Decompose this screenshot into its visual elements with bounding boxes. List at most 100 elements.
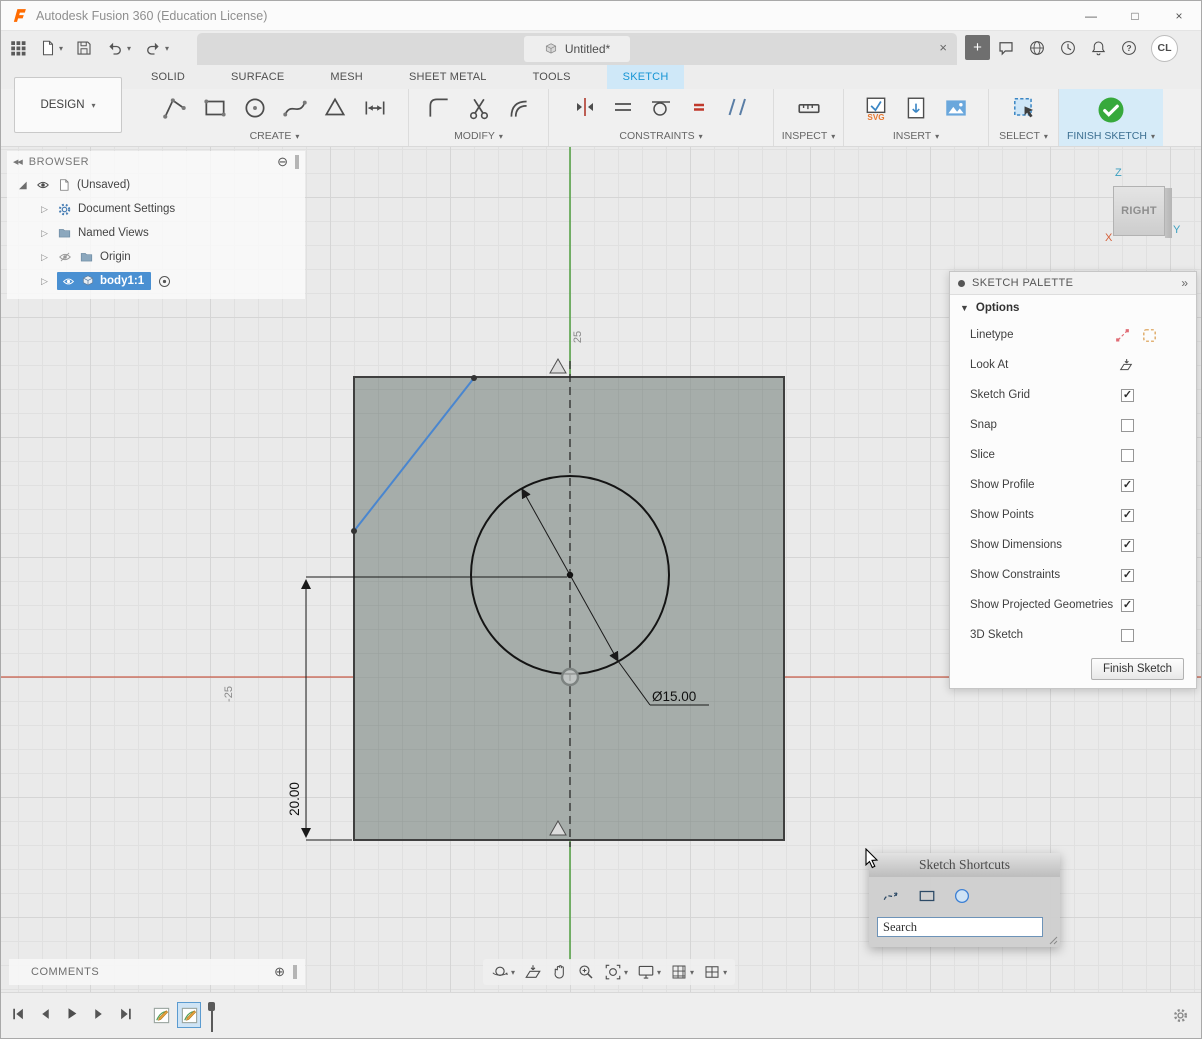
display-settings-button[interactable]: ▾ xyxy=(637,963,661,981)
visibility-eye-icon[interactable] xyxy=(61,275,76,288)
save-button[interactable] xyxy=(75,39,93,57)
spline-tool-icon[interactable] xyxy=(282,95,308,121)
rectangle-tool-icon[interactable] xyxy=(202,95,228,121)
chevron-right-icon[interactable]: ▷ xyxy=(41,276,51,287)
centerline-icon[interactable] xyxy=(1141,327,1158,344)
sketch-grid-checkbox[interactable] xyxy=(1121,389,1134,402)
tab-solid[interactable]: SOLID xyxy=(151,71,185,83)
chevron-right-icon[interactable]: ▷ xyxy=(41,204,51,215)
insert-image-icon[interactable] xyxy=(943,95,969,121)
circle-tool-icon[interactable] xyxy=(242,95,268,121)
timeline-settings-gear-icon[interactable] xyxy=(1172,1007,1189,1024)
coincident-constraint-icon[interactable] xyxy=(573,95,597,119)
play-button[interactable] xyxy=(65,1006,79,1021)
browser-item-named-views[interactable]: ▷ Named Views xyxy=(7,221,305,245)
browser-item-origin[interactable]: ▷ Origin xyxy=(7,245,305,269)
line-tool-icon[interactable] xyxy=(162,95,188,121)
close-button[interactable]: × xyxy=(1157,1,1201,31)
construction-line-icon[interactable] xyxy=(1114,327,1131,344)
insert-svg-icon[interactable]: SVG xyxy=(863,95,889,121)
shortcut-circle-icon[interactable] xyxy=(953,887,971,905)
offset-tool-icon[interactable] xyxy=(506,95,532,121)
notifications-bell-icon[interactable] xyxy=(1090,39,1107,57)
shortcut-rectangle-icon[interactable] xyxy=(917,887,937,905)
shortcut-spline-icon[interactable] xyxy=(881,887,901,905)
select-tool-icon[interactable] xyxy=(1011,95,1037,121)
viewports-button[interactable]: ▾ xyxy=(703,963,727,981)
timeline-feature-sketch-active[interactable] xyxy=(177,1002,201,1028)
body-face[interactable] xyxy=(354,377,784,840)
sketch-palette-header[interactable]: SKETCH PALETTE » xyxy=(950,272,1196,295)
tangent-constraint-icon[interactable] xyxy=(649,95,673,119)
insert-dxf-icon[interactable] xyxy=(903,95,929,121)
new-tab-button[interactable]: + xyxy=(965,35,990,60)
web-globe-icon[interactable] xyxy=(1028,39,1046,57)
job-status-clock-icon[interactable] xyxy=(1059,39,1077,57)
visibility-off-eye-icon[interactable] xyxy=(57,250,73,264)
timeline-feature-sketch[interactable] xyxy=(149,1002,173,1028)
symmetry-constraint-icon[interactable] xyxy=(550,359,566,373)
browser-drag-grip[interactable] xyxy=(295,155,299,169)
sketch-dimension-tool-icon[interactable] xyxy=(362,95,388,121)
show-profile-checkbox[interactable] xyxy=(1121,479,1134,492)
tab-tools[interactable]: TOOLS xyxy=(533,71,571,83)
comments-drag-grip[interactable] xyxy=(293,965,297,979)
show-points-checkbox[interactable] xyxy=(1121,509,1134,522)
design-workspace-menu[interactable]: DESIGN ▾ xyxy=(14,77,122,133)
tab-sketch[interactable]: SKETCH xyxy=(607,65,685,89)
collinear-constraint-icon[interactable] xyxy=(611,95,635,119)
ground-target-icon[interactable] xyxy=(157,274,172,289)
look-at-icon[interactable] xyxy=(1118,357,1134,373)
step-back-button[interactable] xyxy=(39,1007,52,1021)
constraints-group-label[interactable]: CONSTRAINTS▾ xyxy=(619,130,702,142)
orbit-button[interactable]: ▾ xyxy=(491,963,515,981)
zoom-button[interactable] xyxy=(577,963,595,981)
sketch-point[interactable] xyxy=(351,528,357,534)
inspect-group-label[interactable]: INSPECT▾ xyxy=(782,130,836,142)
diameter-dimension-text[interactable]: Ø15.00 xyxy=(652,689,696,704)
comment-bubble-icon[interactable] xyxy=(997,39,1015,57)
finish-sketch-palette-button[interactable]: Finish Sketch xyxy=(1091,658,1184,680)
step-forward-button[interactable] xyxy=(92,1007,105,1021)
modify-group-label[interactable]: MODIFY▾ xyxy=(454,130,503,142)
fillet-tool-icon[interactable] xyxy=(426,95,452,121)
options-section-header[interactable]: ▼ Options xyxy=(950,295,1196,320)
file-menu-button[interactable]: ▾ xyxy=(39,39,63,57)
origin-point-marker[interactable] xyxy=(562,669,578,685)
select-group-label[interactable]: SELECT▾ xyxy=(999,130,1048,142)
skip-to-end-button[interactable] xyxy=(118,1007,133,1021)
account-avatar[interactable]: CL xyxy=(1151,35,1178,62)
skip-to-start-button[interactable] xyxy=(11,1007,26,1021)
browser-minimize-icon[interactable]: ⊖ xyxy=(277,154,288,170)
resize-grip-icon[interactable] xyxy=(1049,936,1058,945)
comments-bar[interactable]: COMMENTS ⊕ xyxy=(9,959,305,985)
undo-button[interactable]: ▾ xyxy=(105,39,131,57)
app-grid-button[interactable] xyxy=(9,39,27,57)
viewcube-face-right[interactable]: RIGHT xyxy=(1113,186,1165,236)
show-projected-geometries-checkbox[interactable] xyxy=(1121,599,1134,612)
palette-expand-icon[interactable]: » xyxy=(1181,276,1188,290)
add-comment-icon[interactable]: ⊕ xyxy=(274,964,285,980)
view-cube[interactable]: Z RIGHT Y X xyxy=(1099,161,1195,249)
help-icon[interactable]: ? xyxy=(1120,39,1138,57)
tab-sheet-metal[interactable]: SHEET METAL xyxy=(409,71,487,83)
timeline-marker-handle[interactable] xyxy=(208,1002,215,1011)
insert-group-label[interactable]: INSERT▾ xyxy=(893,130,939,142)
maximize-button[interactable]: □ xyxy=(1113,1,1157,31)
grid-settings-button[interactable]: ▾ xyxy=(670,963,694,981)
browser-item-document-settings[interactable]: ▷ Document Settings xyxy=(7,197,305,221)
selected-body-highlight[interactable]: body1:1 xyxy=(57,272,151,290)
minimize-button[interactable]: — xyxy=(1069,1,1113,31)
show-dimensions-checkbox[interactable] xyxy=(1121,539,1134,552)
sketch-shortcuts-title[interactable]: Sketch Shortcuts xyxy=(869,853,1060,877)
sketch-point[interactable] xyxy=(471,375,477,381)
tab-surface[interactable]: SURFACE xyxy=(231,71,284,83)
create-group-label[interactable]: CREATE▾ xyxy=(250,130,300,142)
redo-button[interactable]: ▾ xyxy=(143,39,169,57)
chevron-right-icon[interactable]: ▷ xyxy=(41,252,51,263)
tab-mesh[interactable]: MESH xyxy=(330,71,363,83)
look-at-button[interactable] xyxy=(524,963,542,981)
viewcube-side-face[interactable] xyxy=(1165,188,1172,238)
browser-item-unsaved[interactable]: ◢ (Unsaved) xyxy=(7,173,305,197)
visibility-eye-icon[interactable] xyxy=(35,178,51,192)
